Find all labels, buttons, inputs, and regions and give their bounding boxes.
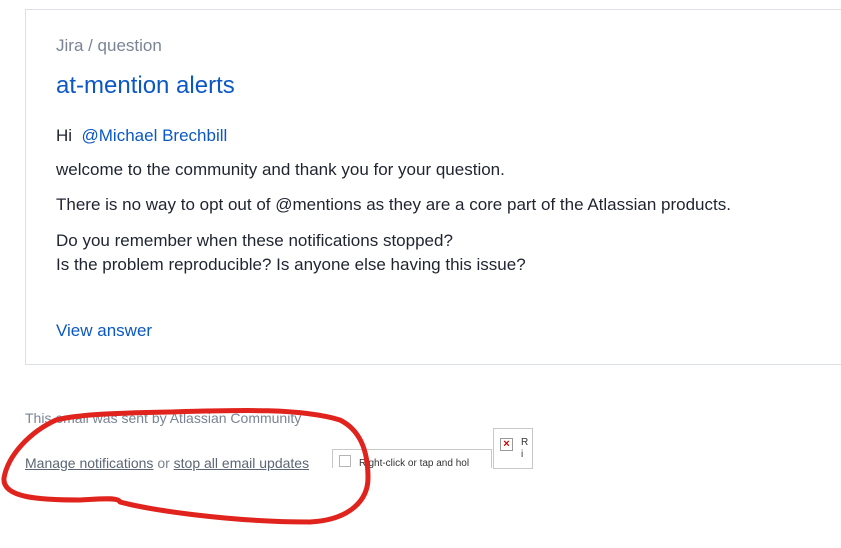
question-title[interactable]: at-mention alerts <box>56 72 235 100</box>
greeting-line: Hi @Michael Brechbill <box>56 126 227 146</box>
view-answer-link[interactable]: View answer <box>56 321 152 341</box>
broken-image-placeholder: Right-click or tap and hol <box>332 449 492 468</box>
email-card <box>25 9 841 365</box>
stop-email-updates-link[interactable]: stop all email updates <box>174 455 309 471</box>
paragraph-welcome: welcome to the community and thank you f… <box>56 160 505 179</box>
footer-separator: or <box>157 455 170 471</box>
broken-image-x-icon: × <box>500 438 513 451</box>
breadcrumb: Jira / question <box>56 36 162 55</box>
user-mention[interactable]: @Michael Brechbill <box>82 126 228 145</box>
greeting-text: Hi <box>56 126 73 145</box>
broken-image-icon <box>339 455 351 467</box>
manage-notifications-link[interactable]: Manage notifications <box>25 455 153 471</box>
footer-sent-by: This email was sent by Atlassian Communi… <box>25 410 302 426</box>
paragraph-question-1: Do you remember when these notifications… <box>56 231 453 250</box>
broken-image-text: Right-click or tap and hol <box>359 458 470 469</box>
paragraph-question-2: Is the problem reproducible? Is anyone e… <box>56 255 526 274</box>
broken-image-text-2: R i <box>521 437 529 460</box>
paragraph-mentions: There is no way to opt out of @mentions … <box>56 195 731 214</box>
footer-links: Manage notifications or stop all email u… <box>25 455 309 471</box>
broken-image-placeholder-2: × R i <box>493 428 533 469</box>
